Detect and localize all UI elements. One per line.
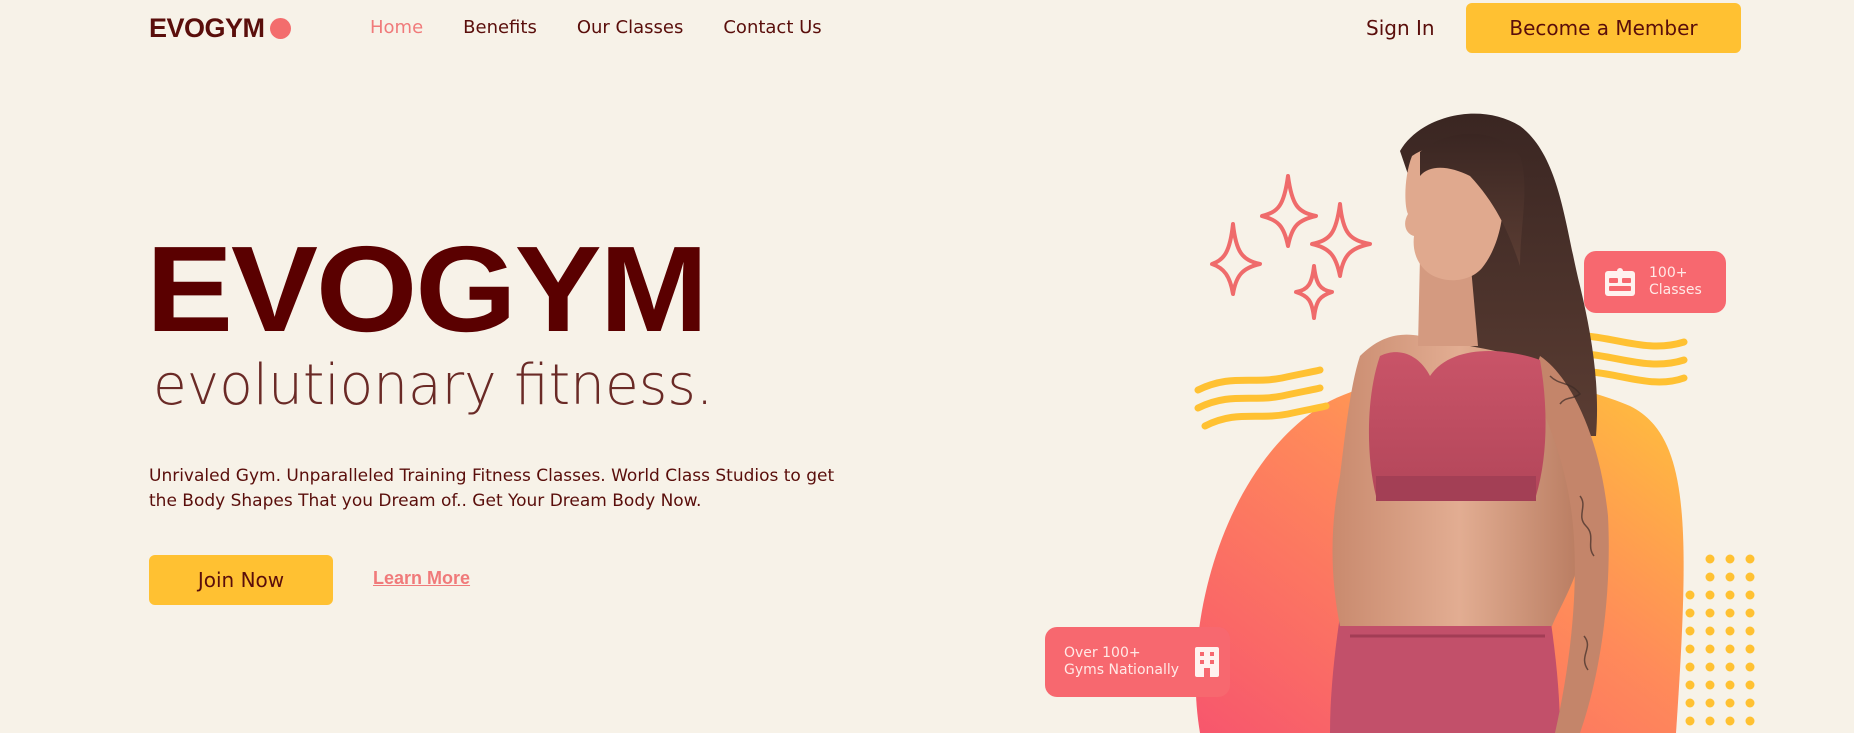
pattern-dot bbox=[1685, 698, 1695, 708]
pattern-dot bbox=[1685, 662, 1695, 672]
pattern-dot bbox=[1725, 554, 1735, 564]
pattern-dot bbox=[1705, 698, 1715, 708]
nav-item-benefits[interactable]: Benefits bbox=[463, 17, 537, 38]
pattern-dot bbox=[1745, 554, 1755, 564]
learn-more-link[interactable]: Learn More bbox=[373, 568, 470, 589]
pattern-dot bbox=[1685, 608, 1695, 618]
pattern-dot bbox=[1745, 644, 1755, 654]
hero-title: EVOGYM bbox=[146, 221, 708, 357]
pattern-dot bbox=[1745, 608, 1755, 618]
sparkles-icon bbox=[1210, 174, 1372, 320]
pattern-dot bbox=[1725, 608, 1735, 618]
pattern-dot bbox=[1705, 572, 1715, 582]
building-icon bbox=[1193, 646, 1221, 678]
logo-dot-icon bbox=[269, 18, 291, 39]
pattern-dot bbox=[1745, 680, 1755, 690]
pattern-dot bbox=[1705, 644, 1715, 654]
pattern-dot bbox=[1725, 698, 1735, 708]
id-card-icon bbox=[1604, 267, 1636, 297]
gyms-badge-count: Over 100+ bbox=[1064, 645, 1141, 661]
nav-item-our-classes[interactable]: Our Classes bbox=[577, 17, 684, 38]
pattern-dot bbox=[1725, 644, 1735, 654]
pattern-dot bbox=[1705, 680, 1715, 690]
pattern-dot bbox=[1725, 716, 1735, 726]
logo[interactable]: EVOGYM bbox=[149, 13, 291, 44]
pattern-dot bbox=[1745, 698, 1755, 708]
hero-description: Unrivaled Gym. Unparalleled Training Fit… bbox=[149, 466, 835, 511]
pattern-dot bbox=[1705, 608, 1715, 618]
pattern-dot bbox=[1685, 590, 1695, 600]
pattern-dot bbox=[1705, 662, 1715, 672]
pattern-dot bbox=[1705, 554, 1715, 564]
pattern-dot bbox=[1745, 626, 1755, 636]
pattern-dot bbox=[1725, 626, 1735, 636]
join-now-button[interactable]: Join Now bbox=[149, 555, 333, 605]
classes-badge-count: 100+ bbox=[1649, 265, 1688, 281]
pattern-dot bbox=[1725, 680, 1735, 690]
nav-links: Home Benefits Our Classes Contact Us bbox=[370, 17, 862, 38]
classes-badge: 100+ Classes bbox=[1584, 251, 1726, 313]
pattern-dot bbox=[1745, 716, 1755, 726]
hero-subtitle: evolutionary fitness. bbox=[153, 353, 714, 418]
pattern-dot bbox=[1685, 716, 1695, 726]
nav-item-contact-us[interactable]: Contact Us bbox=[723, 17, 821, 38]
dot-pattern bbox=[1685, 554, 1755, 726]
pattern-dot bbox=[1685, 644, 1695, 654]
pattern-dot bbox=[1725, 662, 1735, 672]
gyms-badge-label: Gyms Nationally bbox=[1064, 662, 1180, 678]
nav-item-home[interactable]: Home bbox=[370, 17, 423, 38]
landing-page: EVOGYM Home Benefits Our Classes Contact… bbox=[0, 0, 1854, 733]
gyms-badge: Over 100+ Gyms Nationally bbox=[1045, 627, 1230, 697]
pattern-dot bbox=[1745, 662, 1755, 672]
pattern-dot bbox=[1725, 590, 1735, 600]
pattern-dot bbox=[1705, 626, 1715, 636]
logo-text: EVOGYM bbox=[149, 13, 265, 43]
pattern-dot bbox=[1745, 572, 1755, 582]
become-member-button[interactable]: Become a Member bbox=[1466, 3, 1741, 53]
pattern-dot bbox=[1745, 590, 1755, 600]
sign-in-link[interactable]: Sign In bbox=[1366, 16, 1435, 40]
navbar: EVOGYM Home Benefits Our Classes Contact… bbox=[0, 0, 1854, 56]
pattern-dot bbox=[1705, 716, 1715, 726]
pattern-dot bbox=[1685, 680, 1695, 690]
pattern-dot bbox=[1725, 572, 1735, 582]
pattern-dot bbox=[1705, 590, 1715, 600]
classes-badge-label: Classes bbox=[1649, 282, 1702, 298]
pattern-dot bbox=[1685, 626, 1695, 636]
